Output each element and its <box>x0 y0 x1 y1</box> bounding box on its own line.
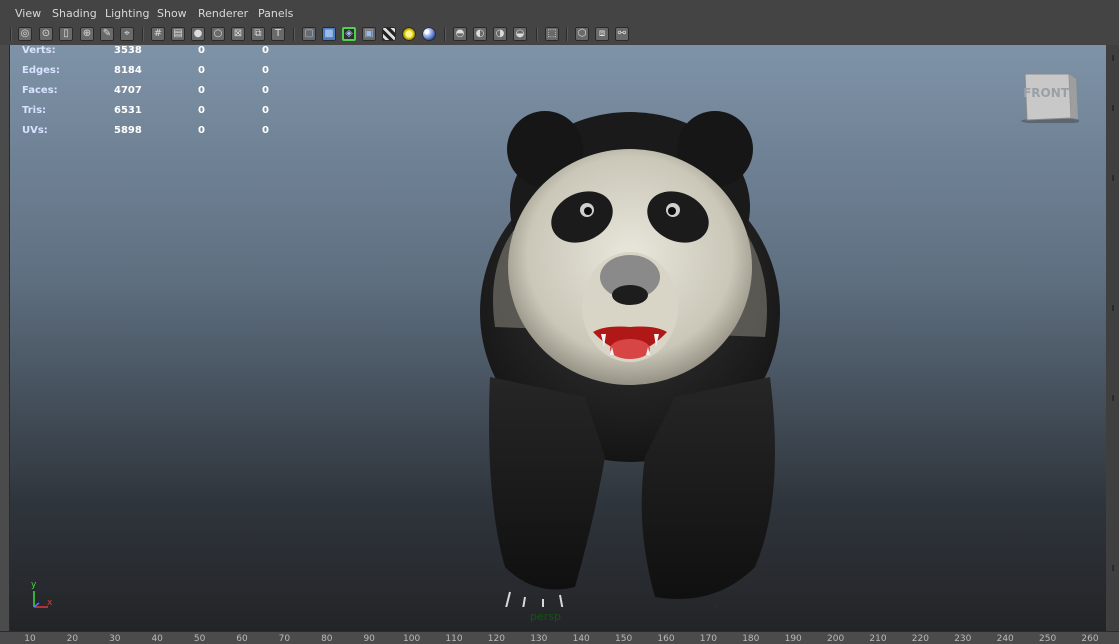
toolbar-separator <box>293 28 294 41</box>
toolbar-separator <box>536 28 537 41</box>
menu-view[interactable]: View <box>12 7 44 20</box>
toolbar-separator <box>142 28 143 41</box>
stat-value: 0 <box>198 45 205 56</box>
2d-pan-zoom-icon[interactable]: ⊕ <box>80 27 94 41</box>
film-gate-icon[interactable]: ▤ <box>171 27 185 41</box>
stat-value: 0 <box>198 65 205 76</box>
menu-bar: View Shading Lighting Show Renderer Pane… <box>0 0 1119 25</box>
field-chart-icon[interactable]: ⊠ <box>231 27 245 41</box>
wireframe-on-shaded-icon[interactable]: ◈ <box>342 27 356 41</box>
time-ruler[interactable]: 10 20 30 40 50 60 70 80 90 100 110 120 130 140 150 160 1… <box>0 631 1119 644</box>
menu-panels[interactable]: Panels <box>255 7 296 20</box>
strip-tick <box>1112 565 1114 571</box>
use-all-lights-icon[interactable] <box>402 27 416 41</box>
stat-value: 8184 <box>114 65 142 76</box>
right-scroll-strip[interactable] <box>1106 45 1119 631</box>
stat-label: UVs: <box>22 125 48 136</box>
panda-model[interactable] <box>465 97 795 607</box>
stat-row-tris: Tris: 6531 0 0 <box>22 105 302 119</box>
menu-shading[interactable]: Shading <box>49 7 100 20</box>
maya-viewport-window: { "menu": ["View","Shading","Lighting","… <box>0 0 1119 644</box>
axis-label-y: y <box>31 580 37 590</box>
xray-active-components-icon[interactable]: ⧈ <box>595 27 609 41</box>
menu-lighting[interactable]: Lighting <box>102 7 152 20</box>
axis-label-x: x <box>47 598 53 608</box>
resolution-gate-icon[interactable]: ● <box>191 27 205 41</box>
3d-viewport[interactable]: Verts: 3538 0 0 Edges: 8184 0 0 Faces: 4… <box>9 45 1107 631</box>
stat-value: 0 <box>262 45 269 56</box>
view-cube-front-label[interactable]: FRONT <box>1021 86 1071 100</box>
stat-value: 0 <box>198 85 205 96</box>
select-camera-icon[interactable]: ⌖ <box>120 27 134 41</box>
stat-value: 0 <box>262 125 269 136</box>
safe-title-icon[interactable]: T <box>271 27 285 41</box>
stat-label: Edges: <box>22 65 60 76</box>
stat-value: 6531 <box>114 105 142 116</box>
safe-action-icon[interactable]: ⧉ <box>251 27 265 41</box>
strip-tick <box>1112 55 1114 61</box>
camera-attributes-icon[interactable]: ◎ <box>18 27 32 41</box>
stat-row-edges: Edges: 8184 0 0 <box>22 65 302 79</box>
wireframe-icon[interactable]: ▢ <box>302 27 316 41</box>
stat-label: Verts: <box>22 45 56 56</box>
stat-value: 0 <box>262 105 269 116</box>
stat-value: 0 <box>262 85 269 96</box>
motion-blur-icon[interactable]: ◐ <box>473 27 487 41</box>
image-plane-icon[interactable]: ▯ <box>59 27 73 41</box>
bookmark-icon[interactable]: ⊙ <box>39 27 53 41</box>
stat-label: Tris: <box>22 105 47 116</box>
gate-mask-icon[interactable]: ○ <box>211 27 225 41</box>
screen-space-ambient-occlusion-icon[interactable]: ◓ <box>453 27 467 41</box>
stat-row-faces: Faces: 4707 0 0 <box>22 85 302 99</box>
stat-row-uvs: UVs: 5898 0 0 <box>22 125 302 139</box>
grease-pencil-icon[interactable]: ✎ <box>100 27 114 41</box>
stat-label: Faces: <box>22 85 58 96</box>
strip-tick <box>1112 395 1114 401</box>
textured-icon[interactable] <box>382 27 396 41</box>
toolbar-separator <box>444 28 445 41</box>
isolate-select-icon[interactable]: ⬚ <box>545 27 559 41</box>
strip-tick <box>1112 105 1114 111</box>
xray-icon[interactable]: ⬡ <box>575 27 589 41</box>
toolbar-separator <box>566 28 567 41</box>
stat-value: 0 <box>198 105 205 116</box>
depth-of-field-icon[interactable]: ◒ <box>513 27 527 41</box>
stat-row-verts: Verts: 3538 0 0 <box>22 45 302 59</box>
strip-tick <box>1112 305 1114 311</box>
grid-icon[interactable]: # <box>151 27 165 41</box>
camera-name-label: persp <box>530 610 561 623</box>
view-cube[interactable]: FRONT <box>1021 71 1081 124</box>
stat-value: 0 <box>262 65 269 76</box>
stat-value: 4707 <box>114 85 142 96</box>
multisample-aa-icon[interactable]: ◑ <box>493 27 507 41</box>
strip-tick <box>1112 175 1114 181</box>
axis-gizmo-icon: y x <box>31 580 53 608</box>
xray-joints-icon[interactable]: ⚯ <box>615 27 629 41</box>
menu-show[interactable]: Show <box>154 7 190 20</box>
bounding-box-icon[interactable]: ▣ <box>362 27 376 41</box>
menu-renderer[interactable]: Renderer <box>195 7 251 20</box>
smooth-shade-icon[interactable]: ■ <box>322 27 336 41</box>
toolbar-separator <box>10 28 11 41</box>
shadows-icon[interactable] <box>422 27 436 41</box>
panel-toolbar: ◎ ⊙ ▯ ⊕ ✎ ⌖ # ▤ ● ○ ⊠ ⧉ T ▢ ■ ◈ ▣ ◓ ◐ ◑ … <box>0 24 1119 45</box>
stat-value: 0 <box>198 125 205 136</box>
stat-value: 5898 <box>114 125 142 136</box>
stat-value: 3538 <box>114 45 142 56</box>
